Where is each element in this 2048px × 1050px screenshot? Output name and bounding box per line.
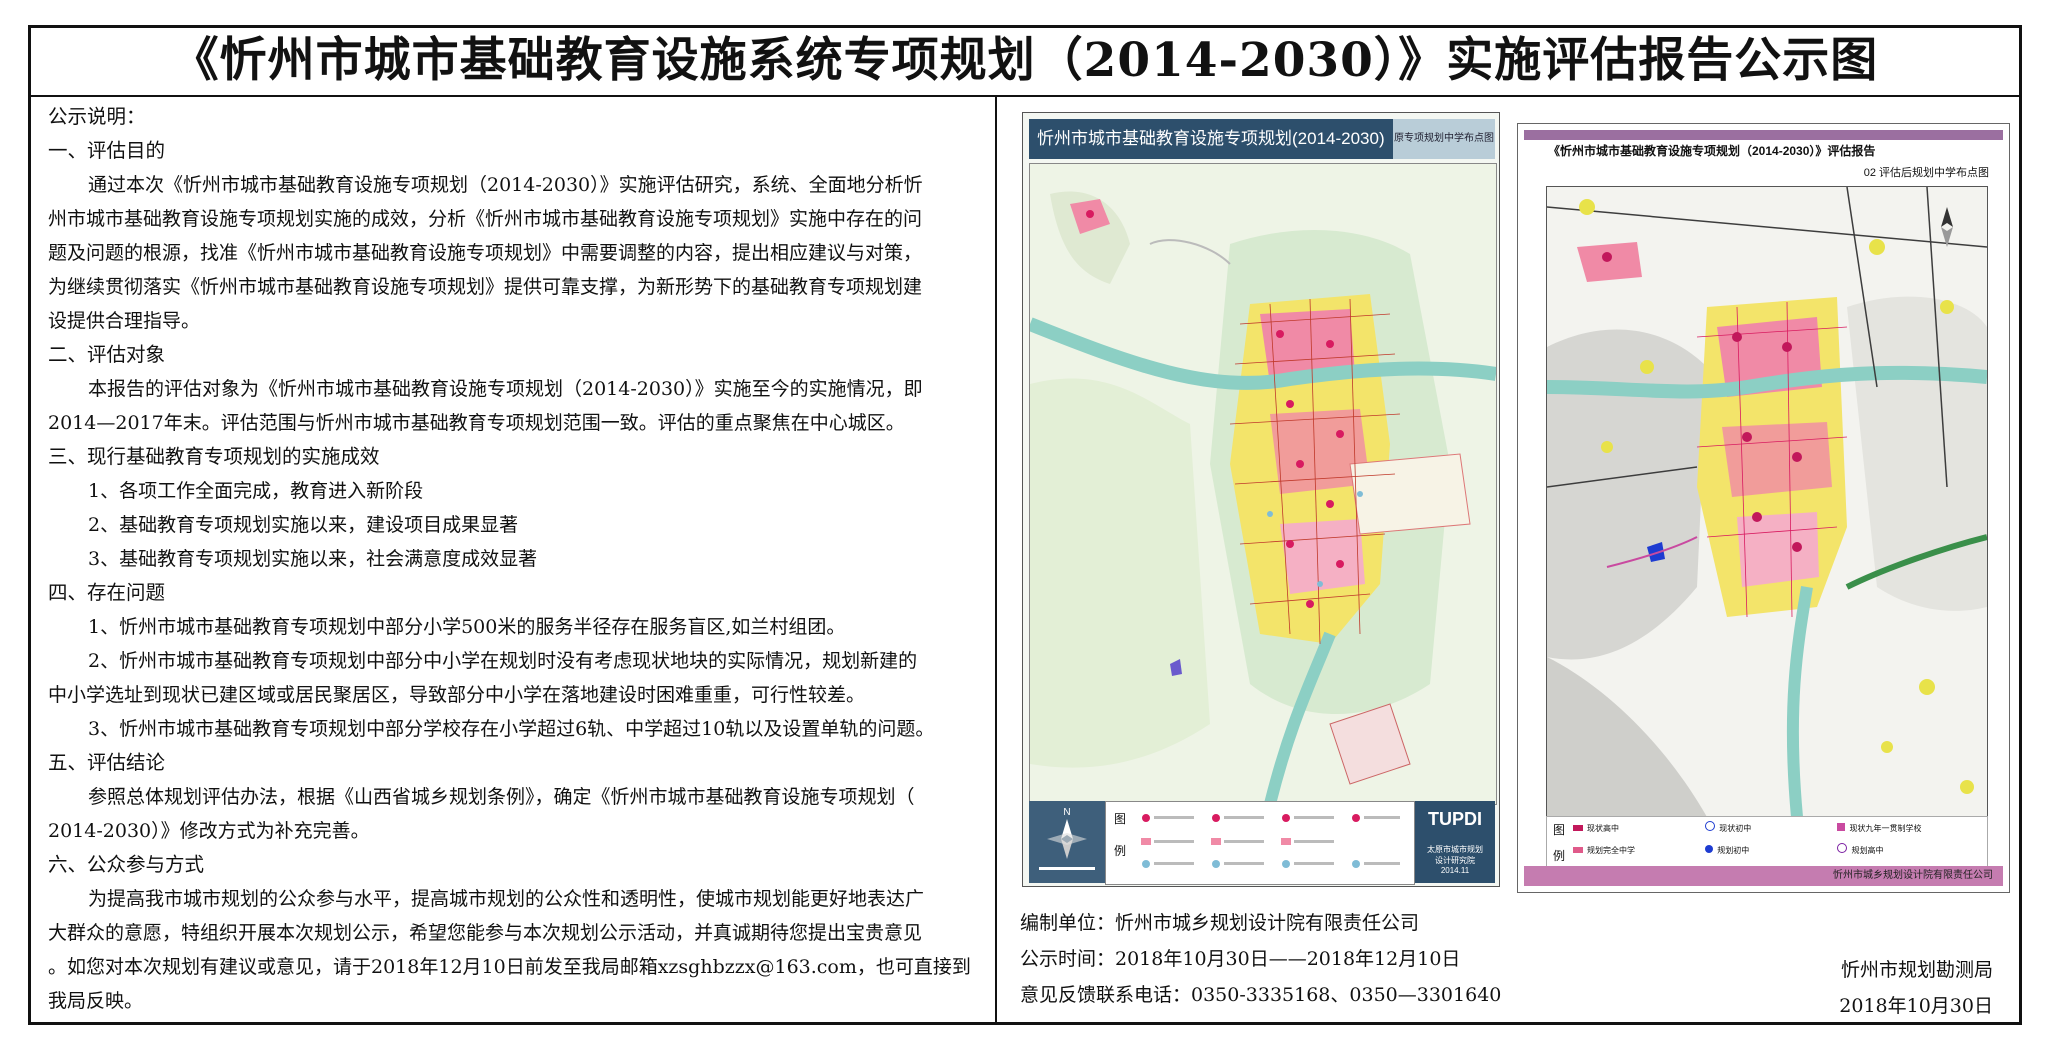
logo-date: 2014.11 — [1440, 866, 1470, 875]
notice-line: 3、基础教育专项规划实施以来，社会满意度成效显著 — [88, 548, 538, 570]
issue-date: 2018年10月30日 — [1839, 995, 1993, 1017]
feedback-phone: 意见反馈联系电话：0350-3335168、0350—3301640 — [1020, 984, 1502, 1006]
vertical-divider — [995, 97, 997, 1025]
map1-legend-symbols — [1141, 814, 1400, 868]
bottom-info: 编制单位：忻州市城乡规划设计院有限责任公司 公示时间：2018年10月30日——… — [1020, 905, 1501, 1013]
notice-line: 1、各项工作全面完成，教育进入新阶段 — [88, 480, 424, 502]
map2-title: 《忻州市城市基础教育设施专项规划（2014-2030）》评估报告 — [1548, 144, 1876, 158]
notice-line: 3、忻州市城市基础教育专项规划中部分学校存在小学超过6轨、中学超过10轨以及设置… — [88, 718, 935, 740]
svg-text:N: N — [1063, 807, 1070, 818]
map2-legend-title-2: 例 — [1553, 849, 1566, 863]
notice-body: 一、评估目的通过本次《忻州市城市基础教育设施专项规划（2014-2030）》实施… — [48, 134, 983, 1018]
legend-item-5: 规划高中 — [1837, 843, 1977, 863]
map1-drawing — [1030, 164, 1496, 804]
map1-legend-title-2: 例 — [1114, 844, 1127, 858]
notice-line: 2、基础教育专项规划实施以来，建设项目成果显著 — [88, 514, 519, 536]
map2-footer: 忻州市城乡规划设计院有限责任公司 — [1524, 866, 2003, 886]
logo-text: TUPDI — [1428, 809, 1482, 829]
legend-item-4: 规划初中 — [1705, 845, 1835, 865]
notice-line: 。如您对本次规划有建议或意见，请于2018年12月10日前发至我局邮箱xzsgh… — [48, 956, 971, 978]
notice-line: 题及问题的根源，找准《忻州市城市基础教育设施专项规划》中需要调整的内容，提出相应… — [48, 242, 923, 264]
legend-item-2: 现状九年一贯制学校 — [1837, 823, 1977, 843]
legend-item-3: 规划完全中学 — [1573, 845, 1703, 865]
map2-legend-title-1: 图 — [1553, 823, 1566, 837]
issuer-name: 忻州市规划勘测局 — [1840, 959, 1993, 981]
section-heading: 一、评估目的 — [48, 139, 166, 162]
compiling-unit: 编制单位：忻州市城乡规划设计院有限责任公司 — [1020, 912, 1420, 934]
compass-icon: N — [1029, 801, 1105, 883]
notice-line: 我局反映。 — [48, 990, 144, 1012]
map1-header: 忻州市城市基础教育设施专项规划(2014-2030) — [1029, 119, 1395, 159]
section-heading: 五、评估结论 — [48, 751, 166, 774]
notice-line: 1、忻州市城市基础教育专项规划中部分小学500米的服务半径存在服务盲区,如兰村组… — [88, 616, 846, 638]
evaluated-plan-map — [1546, 186, 1988, 818]
notice-line: 参照总体规划评估办法，根据《山西省城乡规划条例》，确定《忻州市城市基础教育设施专… — [88, 786, 915, 808]
evaluated-plan-map-panel: 《忻州市城市基础教育设施专项规划（2014-2030）》评估报告 02 评估后规… — [1517, 123, 2010, 893]
map1-legend-title-1: 图 — [1114, 812, 1127, 826]
legend-item-0: 现状高中 — [1573, 823, 1703, 843]
issuer-block: 忻州市规划勘测局 2018年10月30日 — [1839, 952, 1993, 1024]
notice-heading: 公示说明： — [48, 105, 146, 128]
notice-line: 2014-2030）》修改方式为补充完善。 — [48, 820, 370, 842]
notice-line: 大群众的意愿，特组织开展本次规划公示，希望您能参与本次规划公示活动，并真诚期待您… — [48, 922, 923, 944]
map2-top-band — [1524, 130, 2003, 140]
notice-line: 州市城市基础教育设施专项规划实施的成效，分析《忻州市城市基础教育设施专项规划》实… — [48, 208, 923, 230]
notice-line: 2、忻州市城市基础教育专项规划中部分中小学在规划时没有考虑现状地块的实际情况，规… — [88, 650, 918, 672]
notice-line: 为提高我市城市规划的公众参与水平，提高城市规划的公众性和透明性，使城市规划能更好… — [88, 888, 925, 910]
notice-line: 设提供合理指导。 — [48, 310, 201, 332]
legend-item-1: 现状初中 — [1705, 821, 1835, 841]
logo-sub2: 设计研究院 — [1435, 856, 1475, 865]
section-heading: 六、公众参与方式 — [48, 853, 205, 876]
original-plan-map-panel: 忻州市城市基础教育设施专项规划(2014-2030) 原专项规划中学布点图 N … — [1022, 112, 1500, 887]
notice-line: 本报告的评估对象为《忻州市城市基础教育设施专项规划（2014-2030）》实施至… — [88, 378, 923, 400]
notice-line: 通过本次《忻州市城市基础教育设施专项规划（2014-2030）》实施评估研究，系… — [88, 174, 923, 196]
poster-title: 《忻州市城市基础教育设施系统专项规划（2014-2030）》实施评估报告公示图 — [28, 25, 2022, 97]
notice-section: 公示说明： 一、评估目的通过本次《忻州市城市基础教育设施专项规划（2014-20… — [48, 100, 983, 1020]
section-heading: 三、现行基础教育专项规划的实施成效 — [48, 445, 380, 468]
section-heading: 四、存在问题 — [48, 581, 166, 604]
map1-legend: 图 例 — [1105, 801, 1415, 885]
notice-line: 为继续贯彻落实《忻州市城市基础教育设施专项规划》提供可靠支撑，为新形势下的基础教… — [48, 276, 923, 298]
logo-sub1: 太原市城市规划 — [1427, 845, 1483, 854]
notice-line: 2014—2017年末。评估范围与忻州市城市基础教育专项规划范围一致。评估的重点… — [48, 412, 905, 434]
map2-subtitle: 02 评估后规划中学布点图 — [1863, 167, 1989, 179]
publicity-time: 公示时间：2018年10月30日——2018年12月10日 — [1020, 948, 1461, 970]
map2-drawing — [1547, 187, 1987, 817]
map1-subheader: 原专项规划中学布点图 — [1393, 119, 1495, 159]
section-heading: 二、评估对象 — [48, 343, 166, 366]
tupdi-logo: TUPDI 太原市城市规划 设计研究院 2014.11 — [1415, 801, 1495, 883]
original-plan-map — [1029, 163, 1497, 805]
notice-line: 中小学选址到现状已建区域或居民聚居区，导致部分中小学在落地建设时困难重重，可行性… — [48, 684, 866, 706]
